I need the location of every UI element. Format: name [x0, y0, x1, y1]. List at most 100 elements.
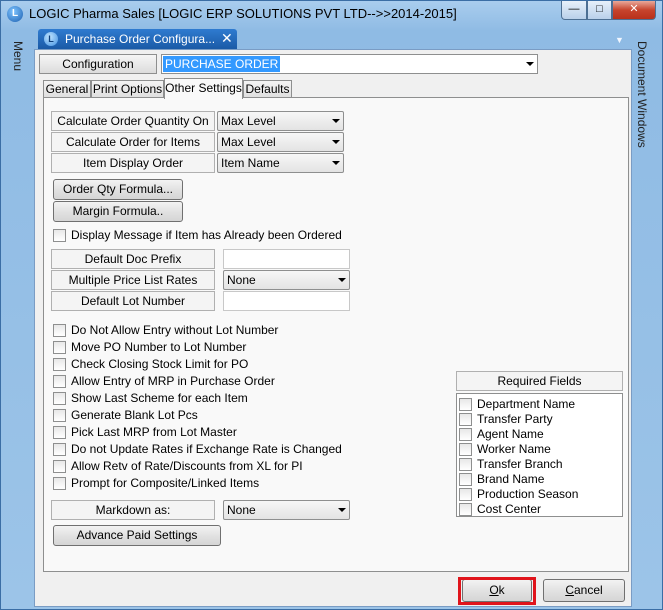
display-message-checkbox[interactable]: Display Message if Item has Already been… [53, 227, 353, 243]
required-field-item[interactable]: Cost Center [459, 501, 619, 517]
required-field-item[interactable]: Transfer Party [459, 411, 619, 427]
checkbox-label: Allow Retv of Rate/Discounts from XL for… [71, 459, 303, 473]
markdown-select[interactable]: None [223, 500, 350, 520]
configuration-label: Configuration [39, 54, 157, 74]
option-checkbox-4[interactable]: Show Last Scheme for each Item [53, 390, 413, 406]
required-field-item[interactable]: Transfer Branch [459, 456, 619, 472]
checkbox-box[interactable] [53, 229, 66, 242]
option-checkbox-9[interactable]: Prompt for Composite/Linked Items [53, 475, 413, 491]
required-fields-list: Department Name Transfer Party Agent Nam… [456, 393, 623, 517]
default-lot-number-input[interactable] [223, 291, 350, 311]
checkbox-label: Pick Last MRP from Lot Master [71, 425, 237, 439]
checkbox-box[interactable] [53, 477, 66, 490]
checkbox-label: Cost Center [477, 502, 542, 516]
checkbox-label: Transfer Branch [477, 457, 563, 471]
order-qty-formula-button[interactable]: Order Qty Formula... [53, 179, 183, 200]
checkbox-label: Worker Name [477, 442, 551, 456]
required-field-item[interactable]: Agent Name [459, 426, 619, 442]
advance-paid-settings-button[interactable]: Advance Paid Settings [53, 525, 221, 546]
calc-order-qty-value: Max Level [221, 114, 276, 128]
document-windows-rail[interactable]: Document Windows [635, 41, 655, 161]
checkbox-box[interactable] [53, 341, 66, 354]
document-tab-close-icon[interactable]: ✕ [221, 30, 233, 47]
checkbox-box[interactable] [53, 409, 66, 422]
cancel-button[interactable]: Cancel [543, 579, 625, 602]
item-display-order-select[interactable]: Item Name [217, 153, 344, 173]
option-checkbox-6[interactable]: Pick Last MRP from Lot Master [53, 424, 413, 440]
checkbox-box[interactable] [53, 460, 66, 473]
checkbox-box[interactable] [53, 426, 66, 439]
margin-formula-button[interactable]: Margin Formula.. [53, 201, 183, 222]
checkbox-label: Transfer Party [477, 412, 553, 426]
checkbox-box[interactable] [53, 324, 66, 337]
item-display-order-value: Item Name [221, 156, 280, 170]
option-checkbox-7[interactable]: Do not Update Rates if Exchange Rate is … [53, 441, 413, 457]
checkbox-label: Display Message if Item has Already been… [71, 228, 342, 242]
checkbox-box[interactable] [459, 503, 472, 516]
markdown-label: Markdown as: [51, 500, 215, 520]
cancel-label-rest: ancel [573, 583, 603, 597]
option-checkbox-0[interactable]: Do Not Allow Entry without Lot Number [53, 322, 413, 338]
chevron-down-icon [332, 140, 340, 144]
checkbox-box[interactable] [53, 358, 66, 371]
chevron-down-icon [332, 161, 340, 165]
option-checkbox-8[interactable]: Allow Retv of Rate/Discounts from XL for… [53, 458, 413, 474]
checkbox-label: Department Name [477, 397, 576, 411]
configuration-selected-value: PURCHASE ORDER [163, 56, 281, 72]
checkbox-box[interactable] [459, 443, 472, 456]
checkbox-box[interactable] [53, 443, 66, 456]
checkbox-label: Do not Update Rates if Exchange Rate is … [71, 442, 342, 456]
calc-order-qty-label: Calculate Order Quantity On [51, 111, 215, 131]
configuration-select[interactable]: PURCHASE ORDER [161, 54, 538, 74]
checkbox-label: Production Season [477, 487, 579, 501]
checkbox-box[interactable] [53, 392, 66, 405]
tab-other-settings[interactable]: Other Settings [164, 78, 243, 99]
multiple-price-list-value: None [227, 273, 256, 287]
document-tab-icon: L [44, 32, 58, 46]
checkbox-box[interactable] [459, 428, 472, 441]
app-logo-icon: L [7, 6, 23, 22]
chevron-down-icon [332, 119, 340, 123]
document-tab-purchase-order-config[interactable]: L Purchase Order Configura... ✕ [38, 29, 237, 49]
option-checkbox-1[interactable]: Move PO Number to Lot Number [53, 339, 413, 355]
checkbox-box[interactable] [459, 473, 472, 486]
checkbox-box[interactable] [459, 488, 472, 501]
maximize-button[interactable]: □ [587, 1, 612, 20]
title-bar[interactable]: L LOGIC Pharma Sales [LOGIC ERP SOLUTION… [1, 1, 662, 27]
minimize-button[interactable]: — [561, 1, 587, 20]
checkbox-box[interactable] [459, 458, 472, 471]
calc-order-qty-select[interactable]: Max Level [217, 111, 344, 131]
document-strip-dropdown-icon[interactable]: ▼ [615, 35, 624, 45]
option-checkbox-5[interactable]: Generate Blank Lot Pcs [53, 407, 413, 423]
checkbox-label: Brand Name [477, 472, 545, 486]
calc-order-items-label: Calculate Order for Items [51, 132, 215, 152]
multiple-price-list-select[interactable]: None [223, 270, 350, 290]
checkbox-box[interactable] [459, 398, 472, 411]
tab-print-options[interactable]: Print Options [91, 80, 164, 98]
option-checkbox-2[interactable]: Check Closing Stock Limit for PO [53, 356, 413, 372]
default-doc-prefix-input[interactable] [223, 249, 350, 269]
option-checkbox-3[interactable]: Allow Entry of MRP in Purchase Order [53, 373, 413, 389]
checkbox-box[interactable] [53, 375, 66, 388]
required-field-item[interactable]: Department Name [459, 396, 619, 412]
checkbox-label: Show Last Scheme for each Item [71, 391, 248, 405]
required-fields-box: Required Fields Department Name Transfer… [456, 371, 623, 517]
default-doc-prefix-label: Default Doc Prefix [51, 249, 215, 269]
menu-rail-label: Menu [11, 41, 25, 72]
checkbox-label: Agent Name [477, 427, 544, 441]
document-windows-label: Document Windows [635, 41, 649, 148]
checkbox-box[interactable] [459, 413, 472, 426]
required-field-item[interactable]: Worker Name [459, 441, 619, 457]
tab-defaults[interactable]: Defaults [243, 80, 292, 98]
required-field-item[interactable]: Brand Name [459, 471, 619, 487]
chevron-down-icon [338, 278, 346, 282]
tab-general[interactable]: General [43, 80, 91, 98]
required-field-item[interactable]: Production Season [459, 486, 619, 502]
close-button[interactable]: ✕ [612, 1, 656, 20]
configuration-panel: Configuration PURCHASE ORDER General Pri… [34, 49, 632, 607]
other-settings-panel: Calculate Order Quantity On Max Level Ca… [43, 97, 629, 572]
calc-order-items-select[interactable]: Max Level [217, 132, 344, 152]
menu-rail[interactable]: Menu [9, 41, 31, 81]
chevron-down-icon [338, 508, 346, 512]
chevron-down-icon [526, 62, 534, 66]
